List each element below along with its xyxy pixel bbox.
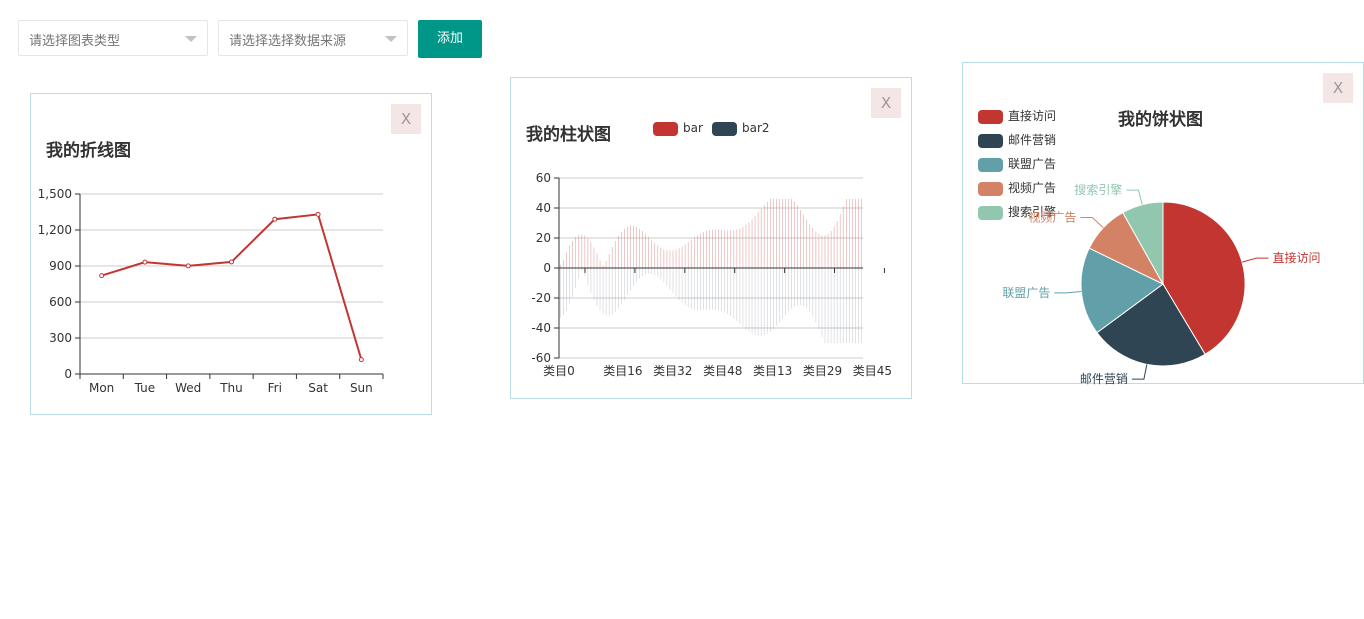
pie-chart-card: X 我的饼状图 直接访问 邮件营销 联盟广告 视频广告 搜索引擎 直接访问 邮件营… [962, 62, 1364, 386]
label-line [1054, 290, 1082, 294]
data-point [142, 259, 148, 265]
x-tick-label: 类目45 [853, 364, 892, 378]
x-tick-label: 类目48 [703, 364, 742, 378]
slice-label: 联盟广告 [1002, 286, 1050, 300]
bar-chart: -60 -40 -20 0 20 40 60 类目0 类目16 类目32 类目48 类目13 类目29 类… [531, 171, 892, 378]
chart-type-select[interactable]: 请选择图表类型 [18, 20, 208, 56]
x-tick-label: Tue [134, 381, 156, 395]
y-tick-label: 0 [543, 261, 551, 275]
chevron-down-icon [385, 36, 397, 42]
y-tick-label: -40 [531, 321, 551, 335]
x-tick-label: 类目0 [543, 364, 575, 378]
y-tick-label: 300 [49, 331, 72, 345]
y-tick-label: 40 [536, 201, 551, 215]
slice-label: 视频广告 [1028, 210, 1076, 225]
data-source-select[interactable]: 请选择选择数据来源 [218, 20, 408, 56]
x-tick-label: 类目13 [753, 364, 792, 378]
y-tick-label: 1,500 [38, 187, 72, 201]
chart-type-placeholder: 请选择图表类型 [29, 34, 121, 49]
y-tick-label: 0 [64, 367, 72, 381]
line-chart: 0 300 600 900 1,200 1,500 Mon Tue Wed Thu Fri Sat Su… [38, 187, 384, 395]
bar-chart-card: X 我的柱状图 bar bar2 -60 -40 -20 0 20 40 60 类目0 类目16… [510, 77, 912, 399]
label-line [1131, 364, 1148, 380]
slice-label: 直接访问 [1272, 250, 1320, 265]
y-tick-label: 1,200 [38, 223, 72, 237]
y-tick-label: 900 [49, 259, 72, 273]
slice-label: 邮件营销 [1080, 372, 1128, 386]
data-point [358, 357, 364, 363]
data-source-placeholder: 请选择选择数据来源 [229, 34, 347, 49]
x-tick-label: 类目32 [653, 364, 692, 378]
x-tick-label: Mon [89, 381, 114, 395]
data-point [99, 273, 105, 279]
chevron-down-icon [185, 36, 197, 42]
slice-label: 搜索引擎 [1074, 182, 1122, 197]
y-tick-label: 20 [536, 231, 551, 245]
label-line [1241, 257, 1269, 263]
x-tick-label: Sat [308, 381, 328, 395]
pie-chart: 直接访问邮件营销 联盟广告 视频广告 搜索引擎 [1002, 182, 1320, 386]
line-chart-card: X 我的折线图 0 300 600 900 1,200 1,500 Mon Tue Wed Thu… [30, 93, 432, 415]
data-point [185, 263, 191, 269]
add-button[interactable]: 添加 [418, 20, 482, 58]
label-line [1080, 217, 1104, 229]
data-point [315, 211, 321, 217]
data-point [229, 259, 234, 265]
x-tick-label: Thu [219, 381, 243, 395]
x-tick-label: 类目16 [603, 364, 642, 378]
x-tick-label: Sun [350, 381, 373, 395]
label-line [1126, 189, 1143, 205]
y-tick-label: -20 [531, 291, 551, 305]
data-point [272, 216, 278, 222]
y-tick-label: 600 [49, 295, 72, 309]
x-tick-label: 类目29 [803, 364, 842, 378]
x-tick-label: Wed [175, 381, 201, 395]
y-tick-label: -60 [531, 351, 551, 365]
y-tick-label: 60 [536, 171, 551, 185]
x-tick-label: Fri [268, 381, 282, 395]
